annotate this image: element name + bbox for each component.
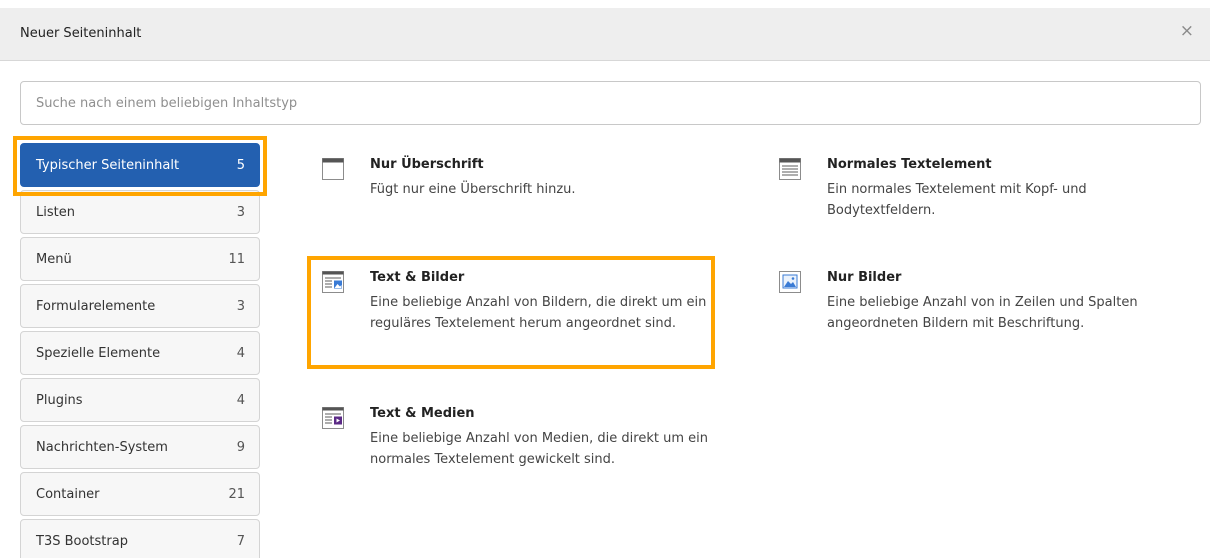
- tab-label: Nachrichten-System: [36, 439, 168, 455]
- item-title: Text & Medien: [370, 406, 475, 421]
- textmedia-icon: [322, 407, 344, 429]
- tab-label: Plugins: [36, 392, 83, 408]
- tab-label: Listen: [36, 204, 75, 220]
- modal-header: Neuer Seiteninhalt ×: [0, 8, 1210, 61]
- tab-count: 7: [236, 533, 245, 549]
- item-description: Eine beliebige Anzahl von in Zeilen und …: [827, 295, 1138, 331]
- item-title: Nur Überschrift: [370, 157, 484, 172]
- tab-label: T3S Bootstrap: [36, 533, 128, 549]
- item-description: Ein normales Textelement mit Kopf- und B…: [827, 182, 1087, 218]
- tab-label: Typischer Seiteninhalt: [36, 157, 180, 173]
- item-title: Nur Bilder: [827, 270, 902, 285]
- text-icon: [779, 158, 801, 180]
- tab-label: Spezielle Elemente: [36, 345, 161, 361]
- tab-container[interactable]: Container 21: [20, 472, 260, 516]
- tab-listen[interactable]: Listen 3: [20, 190, 260, 234]
- item-description: Eine beliebige Anzahl von Medien, die di…: [370, 431, 708, 467]
- tab-count: 4: [236, 392, 245, 408]
- search-input[interactable]: [20, 81, 1201, 125]
- tab-count: 4: [236, 345, 245, 361]
- tab-formularelemente[interactable]: Formularelemente 3: [20, 284, 260, 328]
- close-icon[interactable]: ×: [1180, 23, 1194, 40]
- tab-count: 5: [236, 157, 245, 173]
- tab-t3s-bootstrap[interactable]: T3S Bootstrap 7: [20, 519, 260, 558]
- tab-menu[interactable]: Menü 11: [20, 237, 260, 281]
- item-title: Normales Textelement: [827, 157, 992, 172]
- tab-count: 3: [236, 204, 245, 220]
- item-description: Fügt nur eine Überschrift hinzu.: [370, 182, 576, 197]
- textpic-icon: [322, 271, 344, 293]
- tab-count: 21: [228, 486, 245, 502]
- tab-label: Formularelemente: [36, 298, 156, 314]
- tab-typischer-seiteninhalt[interactable]: Typischer Seiteninhalt 5: [20, 143, 260, 187]
- tab-label: Menü: [36, 251, 72, 267]
- item-title: Text & Bilder: [370, 270, 465, 285]
- tab-count: 3: [236, 298, 245, 314]
- header-icon: [322, 158, 344, 180]
- modal-title: Neuer Seiteninhalt: [20, 26, 142, 41]
- tab-count: 11: [228, 251, 245, 267]
- item-description: Eine beliebige Anzahl von Bildern, die d…: [370, 295, 707, 331]
- tab-count: 9: [236, 439, 245, 455]
- tab-label: Container: [36, 486, 100, 502]
- images-icon: [779, 271, 801, 293]
- tab-spezielle-elemente[interactable]: Spezielle Elemente 4: [20, 331, 260, 375]
- tab-plugins[interactable]: Plugins 4: [20, 378, 260, 422]
- tab-nachrichten-system[interactable]: Nachrichten-System 9: [20, 425, 260, 469]
